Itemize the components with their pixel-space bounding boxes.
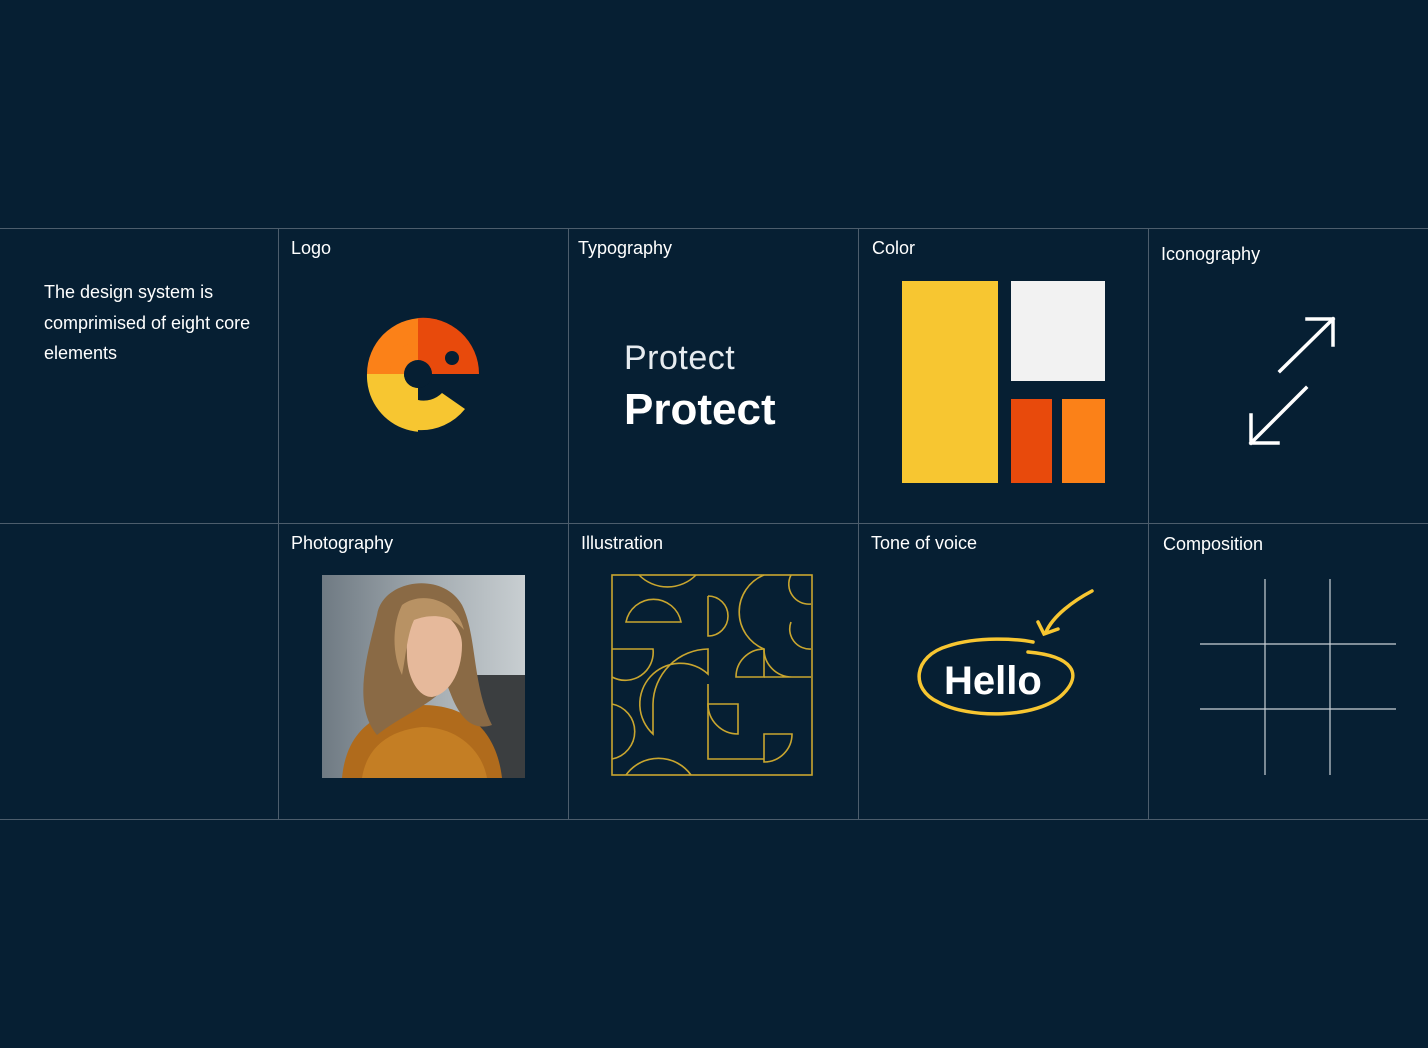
grid-row-divider <box>0 523 1428 524</box>
composition-label: Composition <box>1163 534 1264 554</box>
illustration-label: Illustration <box>581 533 664 553</box>
iconography-label: Iconography <box>1161 244 1261 264</box>
color-swatch-white <box>1011 281 1105 381</box>
photography-label: Photography <box>291 533 394 553</box>
element-grid: The design system is comprimised of eigh… <box>0 228 1428 820</box>
composition-grid-icon <box>1200 579 1396 775</box>
color-swatch-red <box>1011 399 1052 483</box>
tone-of-voice-sample: Hello <box>944 659 1042 703</box>
typography-sample-bold: Protect <box>624 385 776 434</box>
illustration-pattern <box>611 574 813 776</box>
color-swatch-yellow <box>902 281 998 483</box>
brand-logo-mark <box>366 317 482 434</box>
tone-of-voice-label: Tone of voice <box>871 533 978 553</box>
typography-sample-light: Protect <box>624 339 736 377</box>
color-swatch-orange <box>1062 399 1105 483</box>
grid-column-divider <box>858 229 859 819</box>
grid-column-divider <box>1148 229 1149 819</box>
expand-arrows-icon <box>1248 316 1336 446</box>
logo-label: Logo <box>291 238 332 258</box>
portrait-photo <box>322 575 525 778</box>
grid-column-divider <box>278 229 279 819</box>
intro-text: The design system is comprimised of eigh… <box>44 282 251 363</box>
grid-column-divider <box>568 229 569 819</box>
color-label: Color <box>872 238 916 258</box>
typography-label: Typography <box>578 238 673 258</box>
